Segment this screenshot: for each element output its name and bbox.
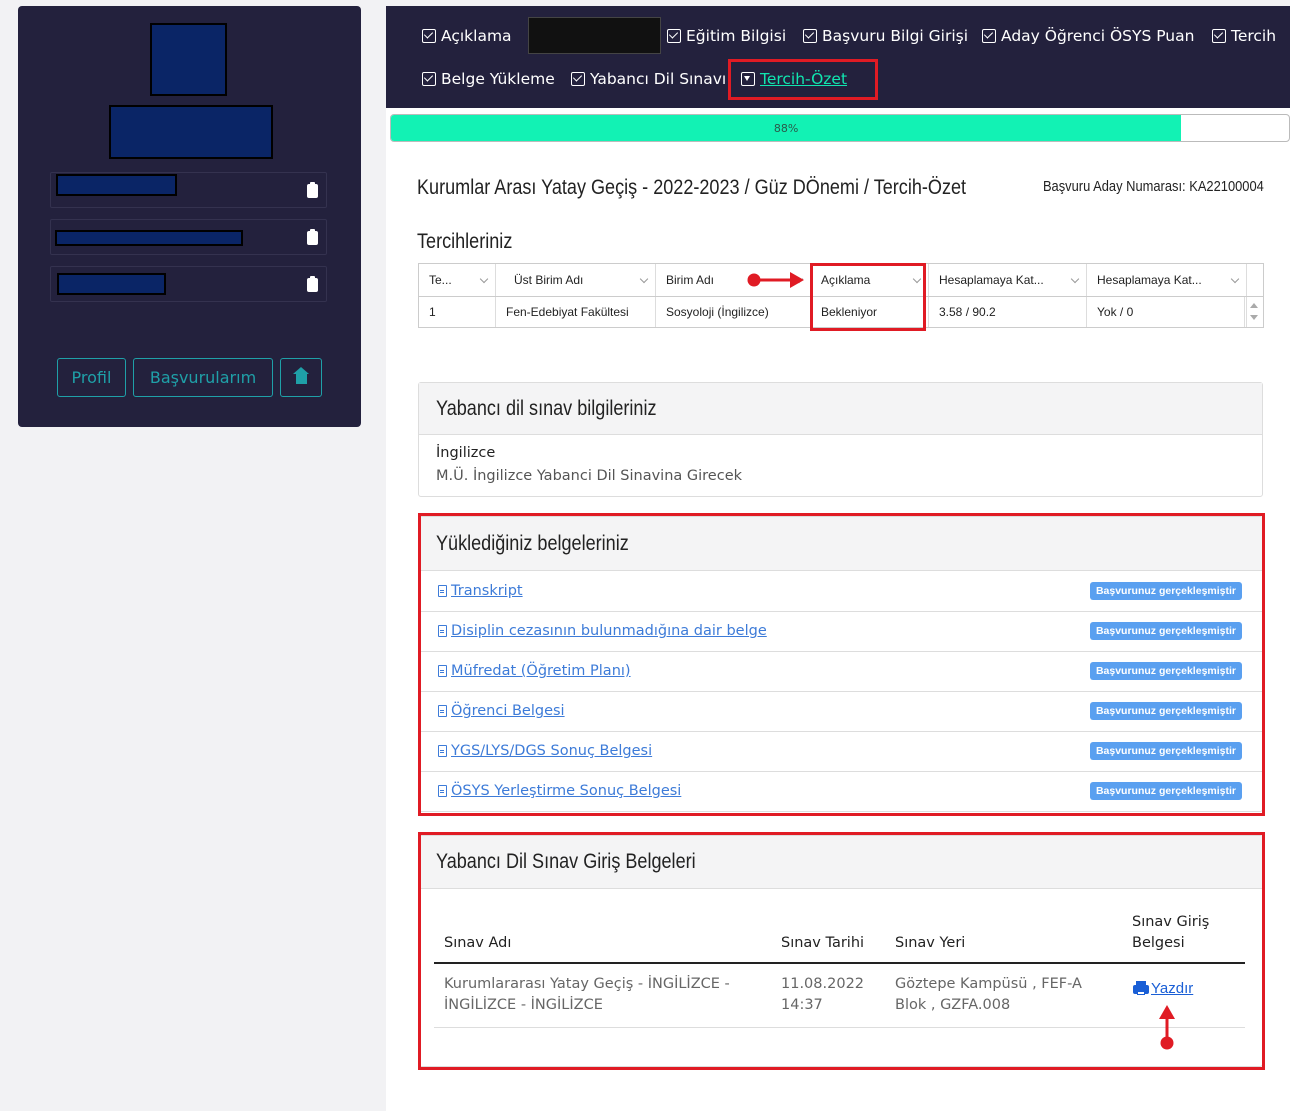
profile-button[interactable]: Profil [57, 358, 126, 397]
sidebar-info-row[interactable] [50, 266, 327, 302]
chevron-down-icon [1070, 274, 1080, 284]
redacted-info [56, 174, 177, 196]
tab-belge-yukleme[interactable]: Belge Yükleme [422, 70, 555, 88]
clipboard-icon[interactable] [307, 276, 318, 292]
redacted-name [109, 105, 273, 159]
preferences-title: Tercihleriniz [417, 230, 513, 253]
progress-bar: 88% [390, 114, 1290, 142]
step-tabs-bar: Açıklama Eğitim Bilgisi Başvuru Bilgi Gi… [386, 6, 1290, 108]
tab-aciklama[interactable]: Açıklama [422, 27, 512, 45]
progress-fill: 88% [391, 115, 1182, 141]
checkbox-checked-icon [982, 29, 996, 43]
redacted-info [55, 230, 243, 246]
tab-egitim-bilgisi[interactable]: Eğitim Bilgisi [667, 27, 786, 45]
sidebar-info-row[interactable] [50, 172, 327, 208]
chevron-down-icon [479, 274, 489, 284]
language-description: M.Ü. İngilizce Yabanci Dil Sinavina Gire… [436, 468, 743, 484]
annotation-highlight [418, 832, 1265, 1070]
grid-header[interactable]: Hesaplamaya Kat... [929, 264, 1087, 296]
grid-header[interactable]: Üst Birim Adı [496, 264, 656, 296]
card-header: Yabancı dil sınav bilgileriniz [419, 383, 1262, 435]
checkbox-checked-icon [667, 29, 681, 43]
grid-scrollbar[interactable] [1244, 297, 1263, 327]
home-icon [292, 367, 309, 384]
tab-yabanci-dil-sinavi[interactable]: Yabancı Dil Sınavı [571, 70, 726, 88]
checkbox-checked-icon [422, 72, 436, 86]
clipboard-icon[interactable] [307, 182, 318, 198]
grid-header[interactable]: Hesaplamaya Kat... [1087, 264, 1247, 296]
annotation-highlight [728, 59, 878, 100]
page-title: Kurumlar Arası Yatay Geçiş - 2022-2023 /… [417, 176, 967, 199]
checkbox-checked-icon [1212, 29, 1226, 43]
home-button[interactable] [280, 358, 322, 397]
main-panel: Açıklama Eğitim Bilgisi Başvuru Bilgi Gi… [386, 6, 1290, 1111]
language-name: İngilizce [436, 445, 496, 461]
tab-basvuru-bilgi-girisi[interactable]: Başvuru Bilgi Girişi [803, 27, 968, 45]
scroll-up-icon[interactable] [1250, 303, 1258, 308]
redacted-avatar [150, 23, 227, 96]
grid-cell: Fen-Edebiyat Fakültesi [496, 297, 656, 327]
redacted-block [528, 17, 661, 54]
annotation-arrow [1159, 1005, 1175, 1050]
checkbox-checked-icon [422, 29, 436, 43]
applicant-number: Başvuru Aday Numarası: KA22100004 [1043, 178, 1264, 195]
grid-cell: 3.58 / 90.2 [929, 297, 1087, 327]
grid-header[interactable]: Te... [419, 264, 496, 296]
annotation-arrow [747, 272, 804, 288]
annotation-highlight [810, 263, 926, 331]
annotation-highlight [418, 513, 1265, 816]
tab-tercih[interactable]: Tercih [1212, 27, 1276, 45]
chevron-down-icon [639, 274, 649, 284]
checkbox-checked-icon [803, 29, 817, 43]
redacted-info [57, 273, 166, 295]
grid-cell: Yok / 0 [1087, 297, 1247, 327]
grid-cell: Sosyoloji (İngilizce) [656, 297, 811, 327]
scroll-down-icon[interactable] [1250, 315, 1258, 320]
clipboard-icon[interactable] [307, 229, 318, 245]
grid-cell: 1 [419, 297, 496, 327]
checkbox-checked-icon [571, 72, 585, 86]
chevron-down-icon [1230, 274, 1240, 284]
sidebar-info-row[interactable] [50, 219, 327, 255]
tab-osys-puan[interactable]: Aday Öğrenci ÖSYS Puan [982, 27, 1194, 45]
language-exam-card: Yabancı dil sınav bilgileriniz İngilizce… [418, 382, 1263, 497]
profile-sidebar: Profil Başvurularım [18, 6, 361, 427]
applications-button[interactable]: Başvurularım [133, 358, 273, 397]
